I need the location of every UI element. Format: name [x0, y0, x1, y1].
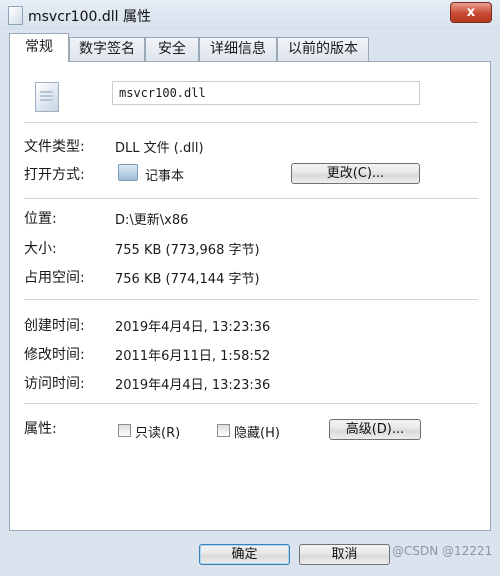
- attributes-label: 属性:: [24, 421, 57, 437]
- file-icon: [8, 6, 23, 25]
- dll-file-icon: [35, 82, 59, 112]
- close-button[interactable]: x: [450, 2, 492, 23]
- readonly-checkbox[interactable]: [118, 424, 131, 437]
- opens-with-label: 打开方式:: [24, 167, 85, 183]
- tab-general[interactable]: 常规: [9, 33, 69, 62]
- file-name-input[interactable]: msvcr100.dll: [112, 81, 420, 105]
- divider: [24, 299, 478, 300]
- modified-label: 修改时间:: [24, 347, 85, 363]
- size-on-disk-value: 756 KB (774,144 字节): [115, 272, 260, 287]
- window-title: msvcr100.dll 属性: [28, 9, 151, 25]
- readonly-label[interactable]: 只读(R): [135, 422, 180, 441]
- divider: [24, 403, 478, 404]
- file-type-label: 文件类型:: [24, 139, 85, 155]
- hidden-label[interactable]: 隐藏(H): [234, 422, 280, 441]
- divider: [24, 122, 478, 123]
- opens-with-app: 记事本: [145, 169, 185, 184]
- divider: [24, 198, 478, 199]
- tab-digital-signatures[interactable]: 数字签名: [69, 37, 145, 61]
- modified-value: 2011年6月11日, 1:58:52: [115, 349, 271, 364]
- size-value: 755 KB (773,968 字节): [115, 243, 260, 258]
- accessed-label: 访问时间:: [24, 376, 85, 392]
- size-label: 大小:: [24, 241, 57, 257]
- cancel-button[interactable]: 取消: [299, 544, 390, 565]
- notepad-icon: [118, 164, 138, 181]
- tab-details[interactable]: 详细信息: [199, 37, 277, 61]
- watermark: @CSDN @12221: [392, 544, 493, 558]
- created-label: 创建时间:: [24, 318, 85, 334]
- created-value: 2019年4月4日, 13:23:36: [115, 320, 271, 335]
- advanced-button[interactable]: 高级(D)...: [329, 419, 421, 440]
- location-value: D:\更新\x86: [115, 213, 189, 228]
- size-on-disk-label: 占用空间:: [24, 270, 85, 286]
- change-button[interactable]: 更改(C)...: [291, 163, 420, 184]
- accessed-value: 2019年4月4日, 13:23:36: [115, 378, 271, 393]
- ok-button[interactable]: 确定: [199, 544, 290, 565]
- location-label: 位置:: [24, 211, 57, 227]
- tab-previous-versions[interactable]: 以前的版本: [277, 37, 369, 61]
- file-type-value: DLL 文件 (.dll): [115, 141, 204, 156]
- title-bar: msvcr100.dll 属性 x: [0, 0, 500, 30]
- general-panel: [9, 61, 491, 531]
- tab-security[interactable]: 安全: [145, 37, 199, 61]
- hidden-checkbox[interactable]: [217, 424, 230, 437]
